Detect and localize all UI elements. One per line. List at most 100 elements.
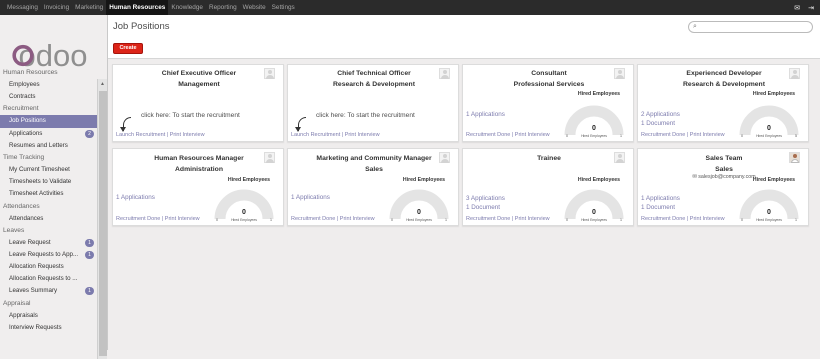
sidebar-scrollbar[interactable]: ▲ bbox=[97, 79, 107, 359]
avatar-head bbox=[268, 70, 272, 74]
search-input[interactable]: ⌕ bbox=[688, 21, 813, 33]
job-title[interactable]: Trainee bbox=[463, 153, 635, 164]
top-menu-reporting[interactable]: Reporting bbox=[206, 0, 240, 15]
card-action-links[interactable]: Recruitment Done | Print Interview bbox=[466, 132, 550, 138]
hired-gauge: 0 Hired Employees 0 5 bbox=[738, 103, 800, 141]
top-menu-human-resources[interactable]: Human Resources bbox=[106, 0, 169, 15]
sidebar-section: Time Tracking bbox=[3, 153, 45, 161]
top-menu-website[interactable]: Website bbox=[240, 0, 269, 15]
sidebar-item[interactable]: Allocation Requests to ... bbox=[0, 273, 97, 285]
hired-employees-label: Hired Employees bbox=[752, 91, 795, 97]
job-title[interactable]: Sales Team bbox=[638, 153, 810, 164]
card-action-links[interactable]: Launch Recruitment | Print Interview bbox=[116, 132, 205, 138]
top-menu-messaging[interactable]: Messaging bbox=[4, 0, 41, 15]
gauge-max: 1 bbox=[795, 218, 797, 222]
job-title[interactable]: Consultant bbox=[463, 68, 635, 79]
card-action-links[interactable]: Launch Recruitment | Print Interview bbox=[291, 132, 380, 138]
sidebar-item[interactable]: My Current Timesheet bbox=[0, 164, 97, 176]
avatar bbox=[264, 152, 275, 163]
job-card[interactable]: Chief Executive Officer Management click h… bbox=[112, 64, 284, 142]
sidebar-item[interactable]: Leave Request 1 bbox=[0, 237, 97, 249]
job-card[interactable]: Human Resources Manager Administration Hir… bbox=[112, 148, 284, 226]
applications-link[interactable]: 1 Document bbox=[641, 203, 675, 212]
gauge-min: 0 bbox=[216, 218, 218, 222]
job-card[interactable]: Experienced Developer Research & Developm… bbox=[637, 64, 809, 142]
job-card[interactable]: Marketing and Community Manager Sales Hire… bbox=[287, 148, 459, 226]
scroll-up-icon[interactable]: ▲ bbox=[100, 81, 105, 87]
top-menu: Messaging Invoicing Marketing Human Resourc… bbox=[4, 0, 298, 15]
avatar-head bbox=[618, 70, 622, 74]
hired-gauge: 0 Hired Employees 0 1 bbox=[738, 187, 800, 225]
avatar-body bbox=[441, 159, 449, 163]
top-icons: ✉ ⇥ bbox=[794, 0, 814, 15]
job-card[interactable]: Sales Team Sales ✉ salesjob@company.com Hir… bbox=[637, 148, 809, 226]
sidebar-section: Leaves bbox=[3, 226, 25, 234]
top-menu-marketing[interactable]: Marketing bbox=[72, 0, 106, 15]
avatar-body bbox=[791, 75, 799, 79]
applications-link[interactable]: 1 Applications bbox=[641, 194, 680, 203]
job-title[interactable]: Experienced Developer bbox=[638, 68, 810, 79]
sidebar-section: Attendances bbox=[3, 202, 40, 210]
scroll-thumb[interactable] bbox=[99, 91, 107, 356]
applications-link[interactable]: 1 Document bbox=[641, 119, 675, 128]
sidebar-item[interactable]: Appraisals bbox=[0, 310, 97, 322]
avatar bbox=[614, 68, 625, 79]
avatar-head bbox=[618, 154, 622, 158]
messages-icon[interactable]: ✉ bbox=[794, 4, 800, 12]
card-action-links[interactable]: Recruitment Done | Print Interview bbox=[291, 216, 375, 222]
applications-link[interactable]: 1 Applications bbox=[116, 193, 155, 202]
applications-link[interactable]: 2 Applications bbox=[641, 110, 680, 119]
job-title[interactable]: Chief Executive Officer bbox=[113, 68, 285, 79]
card-action-links[interactable]: Recruitment Done | Print Interview bbox=[466, 216, 550, 222]
gauge-min: 0 bbox=[741, 218, 743, 222]
job-title[interactable]: Human Resources Manager bbox=[113, 153, 285, 164]
sidebar-item[interactable]: Timesheets to Validate bbox=[0, 176, 97, 188]
card-action-links[interactable]: Recruitment Done | Print Interview bbox=[641, 132, 725, 138]
job-department: Professional Services bbox=[513, 81, 585, 88]
sidebar-item[interactable]: Timesheet Activities bbox=[0, 188, 97, 200]
job-card[interactable]: Trainee Hired Employees 3 Applications 1 Do… bbox=[462, 148, 634, 226]
avatar bbox=[614, 152, 625, 163]
applications-link[interactable]: 3 Applications bbox=[466, 194, 505, 203]
gauge-caption: Hired Employees bbox=[406, 218, 432, 222]
sidebar-item[interactable]: Leaves Summary 1 bbox=[0, 285, 97, 297]
hired-employees-label: Hired Employees bbox=[402, 177, 445, 183]
job-department: Management bbox=[178, 81, 220, 88]
logout-icon[interactable]: ⇥ bbox=[808, 4, 814, 12]
job-department: Administration bbox=[175, 166, 223, 173]
applications-link[interactable]: 1 Document bbox=[466, 203, 500, 212]
sidebar-item[interactable]: Allocation Requests bbox=[0, 261, 97, 273]
sidebar-item[interactable]: Contracts bbox=[0, 91, 97, 103]
gauge-max: 1 bbox=[445, 218, 447, 222]
sidebar-item[interactable]: Interview Requests bbox=[0, 322, 97, 334]
sidebar-item[interactable]: Applications 2 bbox=[0, 128, 97, 140]
hired-employees-label: Hired Employees bbox=[577, 177, 620, 183]
main-content: Job Positions Create ⌕ Chief Executive O… bbox=[108, 15, 820, 350]
job-department: Research & Development bbox=[683, 81, 765, 88]
applications-link[interactable]: 1 Applications bbox=[291, 193, 330, 202]
job-title[interactable]: Chief Technical Officer bbox=[288, 68, 460, 79]
avatar bbox=[789, 68, 800, 79]
job-card[interactable]: Consultant Professional Services Hired Emp… bbox=[462, 64, 634, 142]
avatar-body bbox=[616, 75, 624, 79]
applications-link[interactable]: 1 Applications bbox=[466, 110, 505, 119]
create-button[interactable]: Create bbox=[113, 43, 143, 54]
sidebar-item[interactable]: Attendances bbox=[0, 213, 97, 225]
job-title[interactable]: Marketing and Community Manager bbox=[288, 153, 460, 164]
sidebar-item[interactable]: Job Positions bbox=[0, 115, 97, 128]
sidebar-item[interactable]: Employees bbox=[0, 79, 97, 91]
top-menu-knowledge[interactable]: Knowledge bbox=[168, 0, 206, 15]
top-menu-invoicing[interactable]: Invoicing bbox=[41, 0, 72, 15]
card-action-links[interactable]: Recruitment Done | Print Interview bbox=[641, 216, 725, 222]
avatar-body bbox=[441, 75, 449, 79]
top-menu-settings[interactable]: Settings bbox=[269, 0, 298, 15]
hired-gauge: 0 Hired Employees 0 1 bbox=[563, 187, 625, 225]
card-action-links[interactable]: Recruitment Done | Print Interview bbox=[116, 216, 200, 222]
avatar-body bbox=[791, 159, 799, 163]
gauge-max: 1 bbox=[270, 218, 272, 222]
job-card[interactable]: Chief Technical Officer Research & Develo… bbox=[287, 64, 459, 142]
sidebar-item[interactable]: Leave Requests to App... 1 bbox=[0, 249, 97, 261]
count-badge: 1 bbox=[85, 250, 94, 259]
job-department: Research & Development bbox=[333, 81, 415, 88]
sidebar-item[interactable]: Resumes and Letters bbox=[0, 140, 97, 152]
